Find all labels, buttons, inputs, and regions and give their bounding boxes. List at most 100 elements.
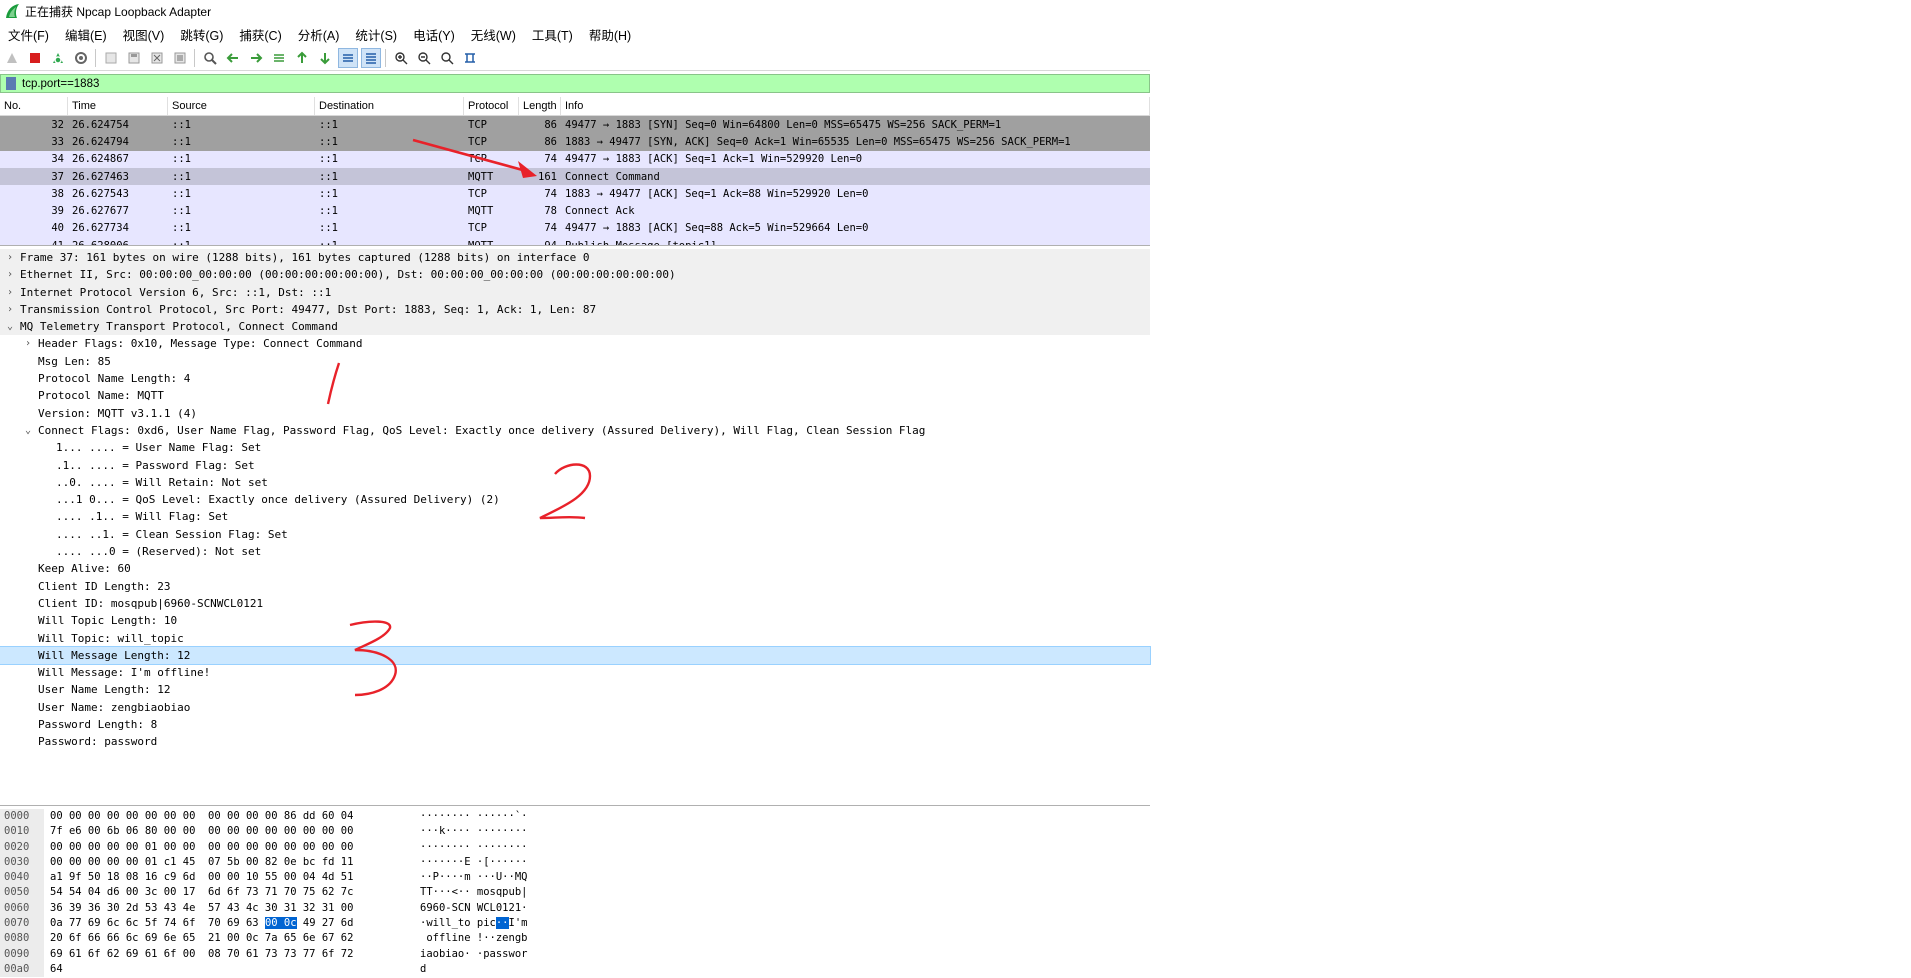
- chevron-right-icon[interactable]: ›: [4, 249, 16, 266]
- menu-statistics[interactable]: 统计(S): [347, 25, 405, 44]
- bytes-ascii[interactable]: ···k···· ········: [420, 824, 540, 839]
- menu-capture[interactable]: 捕获(C): [231, 25, 289, 44]
- bytes-hex[interactable]: 36 39 36 30 2d 53 43 4e 57 43 4c 30 31 3…: [44, 901, 420, 916]
- detail-row[interactable]: ...1 0... = QoS Level: Exactly once deli…: [0, 491, 1150, 508]
- bytes-hex[interactable]: 00 00 00 00 00 00 00 00 00 00 00 00 86 d…: [44, 809, 420, 824]
- detail-row[interactable]: Will Topic Length: 10: [0, 612, 1150, 629]
- open-file-icon[interactable]: [102, 49, 120, 67]
- detail-row[interactable]: Will Topic: will_topic: [0, 630, 1150, 647]
- column-header-time[interactable]: Time: [68, 97, 168, 115]
- bytes-hex[interactable]: 20 6f 66 66 6c 69 6e 65 21 00 0c 7a 65 6…: [44, 931, 420, 946]
- detail-row[interactable]: ⌄ MQ Telemetry Transport Protocol, Connec…: [0, 318, 1150, 336]
- stop-capture-icon[interactable]: [26, 49, 44, 67]
- column-header-source[interactable]: Source: [168, 97, 315, 115]
- detail-row[interactable]: Version: MQTT v3.1.1 (4): [0, 405, 1150, 422]
- display-filter-input[interactable]: [22, 77, 922, 90]
- detail-row[interactable]: User Name: zengbiaobiao: [0, 699, 1150, 716]
- start-capture-icon[interactable]: [3, 49, 21, 67]
- packet-row[interactable]: 39 26.627677::1::1 MQTT 78 Connect Ack: [0, 202, 1150, 220]
- bytes-ascii[interactable]: ········ ······`·: [420, 809, 540, 824]
- packet-row[interactable]: 41 26.628006::1::1 MQTT 94 Publish Message […: [0, 237, 1150, 245]
- go-to-packet-icon[interactable]: [270, 49, 288, 67]
- menu-tools[interactable]: 工具(T): [524, 25, 581, 44]
- column-header-destination[interactable]: Destination: [315, 97, 464, 115]
- bytes-hex[interactable]: 64: [44, 962, 420, 977]
- detail-row[interactable]: ..0. .... = Will Retain: Not set: [0, 474, 1150, 491]
- go-forward-icon[interactable]: [247, 49, 265, 67]
- detail-row[interactable]: Msg Len: 85: [0, 353, 1150, 370]
- save-file-icon[interactable]: [125, 49, 143, 67]
- detail-row[interactable]: Password: password: [0, 733, 1150, 750]
- menu-analyze[interactable]: 分析(A): [290, 25, 348, 44]
- detail-row[interactable]: › Frame 37: 161 bytes on wire (1288 bits)…: [0, 249, 1150, 267]
- menu-file[interactable]: 文件(F): [0, 25, 57, 44]
- bytes-ascii[interactable]: ········ ········: [420, 840, 540, 855]
- bytes-hex[interactable]: 7f e6 00 6b 06 80 00 00 00 00 00 00 00 0…: [44, 824, 420, 839]
- detail-row[interactable]: Keep Alive: 60: [0, 560, 1150, 577]
- detail-row[interactable]: User Name Length: 12: [0, 681, 1150, 698]
- bytes-ascii[interactable]: 6960-SCN WCL0121·: [420, 901, 540, 916]
- autoscroll-icon[interactable]: [338, 48, 358, 68]
- packet-row[interactable]: 32 26.624754::1::1 TCP 86 49477 → 1883 [SYN]…: [0, 116, 1150, 134]
- detail-row[interactable]: Protocol Name: MQTT: [0, 387, 1150, 404]
- capture-options-icon[interactable]: [72, 49, 90, 67]
- bytes-hex[interactable]: 0a 77 69 6c 6c 5f 74 6f 70 69 63 00 0c 4…: [44, 916, 420, 931]
- zoom-in-icon[interactable]: [392, 49, 410, 67]
- detail-row[interactable]: › Internet Protocol Version 6, Src: ::1, …: [0, 283, 1150, 301]
- packet-row[interactable]: 34 26.624867::1::1 TCP 74 49477 → 1883 [ACK]…: [0, 150, 1150, 168]
- detail-row[interactable]: 1... .... = User Name Flag: Set: [0, 439, 1150, 456]
- column-header-protocol[interactable]: Protocol: [464, 97, 519, 115]
- menu-view[interactable]: 视图(V): [115, 25, 173, 44]
- restart-capture-icon[interactable]: [49, 49, 67, 67]
- bytes-hex[interactable]: 54 54 04 d6 00 3c 00 17 6d 6f 73 71 70 7…: [44, 885, 420, 900]
- bytes-hex[interactable]: 00 00 00 00 00 01 c1 45 07 5b 00 82 0e b…: [44, 855, 420, 870]
- bytes-ascii[interactable]: ·······E ·[······: [420, 855, 540, 870]
- detail-row[interactable]: › Transmission Control Protocol, Src Port…: [0, 300, 1150, 319]
- bytes-ascii[interactable]: iaobiao· ·passwor: [420, 947, 540, 962]
- detail-row[interactable]: .... ...0 = (Reserved): Not set: [0, 543, 1150, 560]
- chevron-down-icon[interactable]: ⌄: [22, 422, 34, 439]
- packet-row[interactable]: 33 26.624794::1::1 TCP 86 1883 → 49477 [SYN,…: [0, 133, 1150, 151]
- detail-row[interactable]: Password Length: 8: [0, 716, 1150, 733]
- first-packet-icon[interactable]: [293, 49, 311, 67]
- detail-row[interactable]: › Header Flags: 0x10, Message Type: Conne…: [0, 335, 1150, 352]
- detail-row[interactable]: ⌄ Connect Flags: 0xd6, User Name Flag, Pa…: [0, 422, 1150, 439]
- bytes-ascii[interactable]: TT···<·· mosqpub|: [420, 885, 540, 900]
- bytes-hex[interactable]: 69 61 6f 62 69 61 6f 00 08 70 61 73 73 7…: [44, 947, 420, 962]
- go-back-icon[interactable]: [224, 49, 242, 67]
- menu-help[interactable]: 帮助(H): [581, 25, 639, 44]
- bytes-ascii[interactable]: ·will_to pic··I'm: [420, 916, 540, 931]
- menu-wireless[interactable]: 无线(W): [463, 25, 524, 44]
- column-header-no[interactable]: No.: [0, 97, 68, 115]
- detail-row[interactable]: .... .1.. = Will Flag: Set: [0, 508, 1150, 525]
- menu-go[interactable]: 跳转(G): [172, 25, 231, 44]
- last-packet-icon[interactable]: [316, 49, 334, 67]
- detail-row[interactable]: Client ID Length: 23: [0, 578, 1150, 595]
- detail-row[interactable]: Will Message: I'm offline!: [0, 664, 1150, 681]
- reload-file-icon[interactable]: [171, 49, 189, 67]
- bytes-ascii[interactable]: ··P····m ···U··MQ: [420, 870, 540, 885]
- detail-row[interactable]: › Ethernet II, Src: 00:00:00_00:00:00 (00…: [0, 266, 1150, 284]
- packet-row[interactable]: 38 26.627543::1::1 TCP 74 1883 → 49477 [ACK]…: [0, 185, 1150, 203]
- find-packet-icon[interactable]: [201, 49, 219, 67]
- zoom-out-icon[interactable]: [415, 49, 433, 67]
- detail-row[interactable]: .... ..1. = Clean Session Flag: Set: [0, 526, 1150, 543]
- chevron-down-icon[interactable]: ⌄: [4, 318, 16, 335]
- detail-row[interactable]: Client ID: mosqpub|6960-SCNWCL0121: [0, 595, 1150, 612]
- bytes-ascii[interactable]: d: [420, 962, 540, 977]
- chevron-right-icon[interactable]: ›: [4, 284, 16, 301]
- chevron-right-icon[interactable]: ›: [4, 266, 16, 283]
- packet-row[interactable]: 40 26.627734::1::1 TCP 74 49477 → 1883 [ACK]…: [0, 219, 1150, 238]
- detail-row[interactable]: Protocol Name Length: 4: [0, 370, 1150, 387]
- zoom-normal-icon[interactable]: [438, 49, 456, 67]
- chevron-right-icon[interactable]: ›: [22, 335, 34, 352]
- detail-row[interactable]: .1.. .... = Password Flag: Set: [0, 457, 1150, 474]
- resize-columns-icon[interactable]: [461, 49, 479, 67]
- detail-row[interactable]: Will Message Length: 12: [0, 645, 1151, 666]
- bytes-hex[interactable]: 00 00 00 00 00 01 00 00 00 00 00 00 00 0…: [44, 840, 420, 855]
- bytes-hex[interactable]: a1 9f 50 18 08 16 c9 6d 00 00 10 55 00 0…: [44, 870, 420, 885]
- bookmark-icon[interactable]: [6, 77, 16, 90]
- chevron-right-icon[interactable]: ›: [4, 301, 16, 318]
- column-header-length[interactable]: Length: [519, 97, 561, 115]
- column-header-info[interactable]: Info: [561, 97, 1150, 115]
